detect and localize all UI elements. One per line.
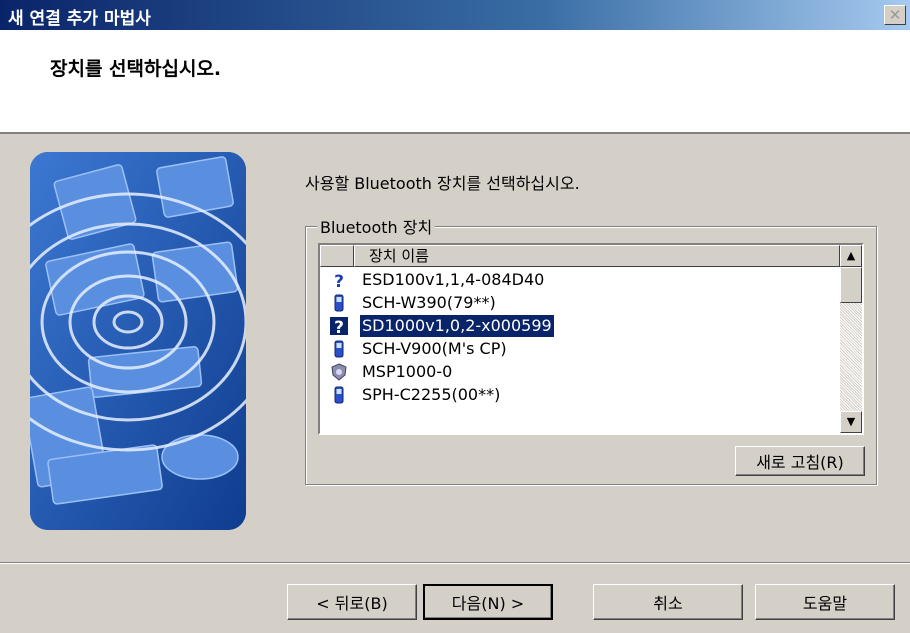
group-label: Bluetooth 장치 bbox=[317, 214, 436, 238]
vertical-scrollbar[interactable]: ▲ ▼ bbox=[840, 245, 862, 433]
list-item[interactable]: SCH-V900(M's CP) bbox=[320, 338, 840, 360]
scroll-track[interactable] bbox=[840, 303, 862, 411]
list-item[interactable]: MSP1000-0 bbox=[320, 361, 840, 383]
list-item[interactable]: ? ESD100v1,1,4-084D40 bbox=[320, 269, 840, 291]
shield-device-icon bbox=[331, 363, 347, 381]
scroll-thumb[interactable] bbox=[840, 267, 862, 303]
unknown-device-icon: ? bbox=[334, 272, 344, 289]
phone-icon bbox=[334, 340, 344, 358]
close-button[interactable]: ✕ bbox=[884, 5, 906, 25]
svg-text:?: ? bbox=[334, 272, 344, 289]
instruction-text: 사용할 Bluetooth 장치를 선택하십시오. bbox=[305, 174, 580, 193]
device-name: ESD100v1,1,4-084D40 bbox=[362, 270, 545, 289]
list-item[interactable]: SPH-C2255(00**) bbox=[320, 384, 840, 406]
back-button[interactable]: < 뒤로(B) bbox=[287, 584, 417, 620]
column-header-device-name[interactable]: 장치 이름 bbox=[354, 245, 840, 267]
title-bar: 새 연결 추가 마법사 ✕ bbox=[0, 0, 910, 30]
device-name: SPH-C2255(00**) bbox=[362, 385, 501, 404]
list-item-selected[interactable]: ? SD1000v1,0,2-x000599 bbox=[320, 315, 840, 337]
phone-icon bbox=[334, 294, 344, 312]
help-button[interactable]: 도움말 bbox=[755, 584, 895, 620]
device-name: SD1000v1,0,2-x000599 bbox=[360, 315, 554, 337]
wireless-devices-illustration bbox=[30, 152, 246, 530]
device-name: SCH-W390(79**) bbox=[362, 293, 496, 312]
footer-separator bbox=[0, 562, 910, 564]
device-list[interactable]: 장치 이름 ? ESD100v1,1,4-084D40 SCH-W390(79*… bbox=[318, 243, 864, 435]
scroll-down-button[interactable]: ▼ bbox=[840, 411, 862, 433]
device-name: MSP1000-0 bbox=[362, 362, 453, 381]
next-button[interactable]: 다음(N) > bbox=[423, 584, 553, 620]
wizard-illustration bbox=[30, 152, 246, 530]
device-name: SCH-V900(M's CP) bbox=[362, 339, 507, 358]
wizard-header: 장치를 선택하십시오. bbox=[0, 30, 910, 134]
cancel-button[interactable]: 취소 bbox=[593, 584, 743, 620]
list-header: 장치 이름 bbox=[320, 245, 840, 267]
refresh-button[interactable]: 새로 고침(R) bbox=[735, 446, 865, 476]
unknown-device-icon: ? bbox=[330, 317, 348, 335]
icon-column-header[interactable] bbox=[320, 245, 354, 267]
svg-text:?: ? bbox=[334, 318, 344, 335]
scroll-up-button[interactable]: ▲ bbox=[840, 245, 862, 267]
window-title: 새 연결 추가 마법사 bbox=[8, 9, 151, 29]
page-heading: 장치를 선택하십시오. bbox=[50, 58, 222, 80]
list-item[interactable]: SCH-W390(79**) bbox=[320, 292, 840, 314]
phone-icon bbox=[334, 386, 344, 404]
